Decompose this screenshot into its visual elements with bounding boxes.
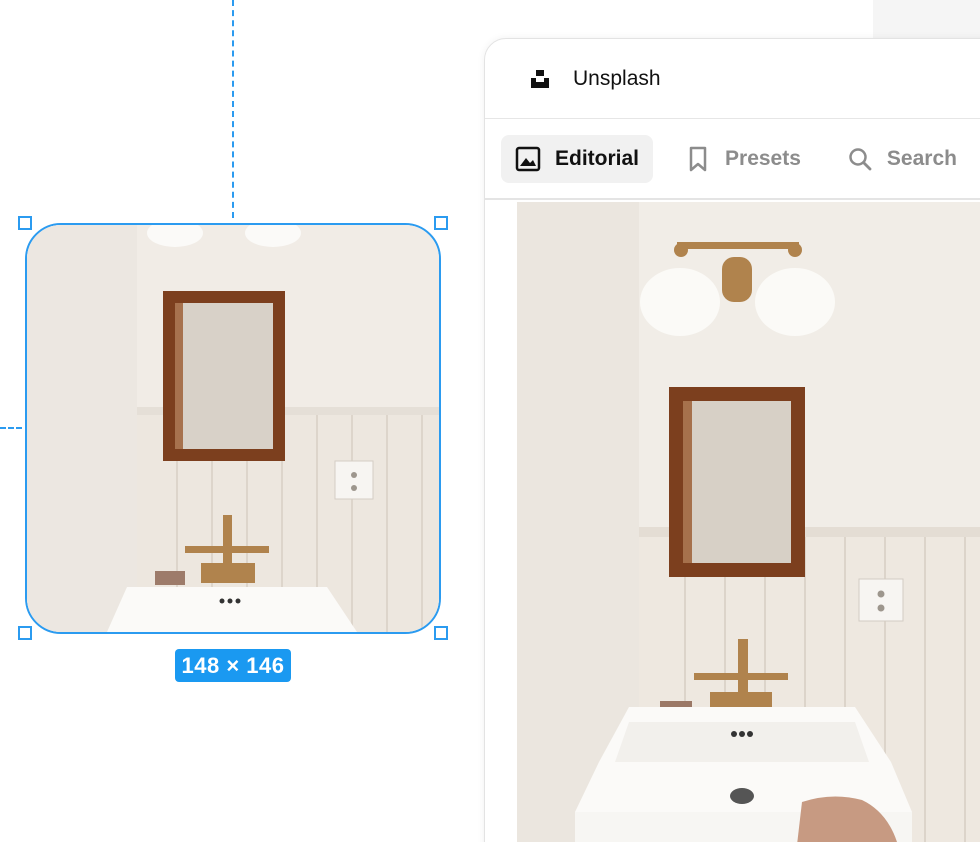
unsplash-logo-icon	[531, 69, 549, 88]
resize-handle-bottom-left[interactable]	[18, 626, 32, 640]
resize-handle-top-left[interactable]	[18, 216, 32, 230]
preview-bathroom-photo	[517, 202, 980, 842]
selected-image-frame[interactable]	[25, 223, 441, 634]
resize-handle-top-right[interactable]	[434, 216, 448, 230]
design-canvas[interactable]: 148 × 146 Unsplash Editorial Presets Sea…	[0, 0, 980, 842]
tab-search[interactable]: Search	[833, 135, 971, 183]
app-title: Unsplash	[573, 66, 661, 90]
tab-label: Editorial	[555, 146, 640, 170]
panel-header: Unsplash	[485, 39, 980, 119]
tab-label: Search	[886, 146, 957, 170]
image-icon	[515, 146, 541, 171]
unsplash-plugin-panel: Unsplash Editorial Presets Search	[484, 38, 980, 842]
vertical-alignment-guide	[232, 0, 234, 218]
bookmark-icon	[689, 146, 707, 171]
frame-bathroom-photo	[27, 225, 439, 632]
search-icon	[849, 147, 872, 170]
tab-editorial[interactable]: Editorial	[501, 134, 654, 183]
horizontal-alignment-guide	[0, 427, 22, 429]
image-result-tile[interactable]	[517, 202, 980, 842]
tab-presets[interactable]: Presets	[671, 135, 815, 183]
tab-bar: Editorial Presets Search	[485, 119, 980, 200]
tab-label: Presets	[725, 146, 801, 170]
resize-handle-bottom-right[interactable]	[434, 626, 448, 640]
selection-size-badge: 148 × 146	[175, 649, 291, 682]
